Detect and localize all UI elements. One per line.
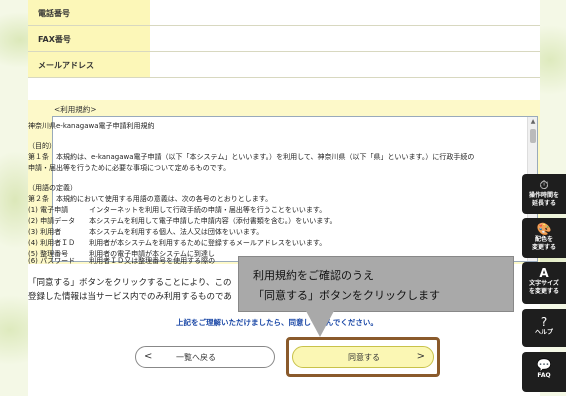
terms-line: (2) 申請データ 本システムを利用して電子申請した申請内容（添付書類を含む。）… (28, 217, 337, 225)
terms-line: (3) 利用者 本システムを利用する個人、法人又は団体をいいます。 (28, 228, 264, 236)
help-button[interactable]: ? ヘルプ (522, 309, 566, 347)
fax-value (150, 26, 540, 51)
callout-line2: 「同意する」ボタンをクリックします (253, 289, 440, 302)
terms-line: （用語の定義） (28, 184, 77, 192)
callout-pointer (306, 311, 334, 337)
font-size-label: 文字サイズ (529, 280, 559, 287)
email-row: メールアドレス (28, 52, 540, 78)
font-size-label: を変更する (528, 288, 559, 295)
color-scheme-label: 配色を (534, 236, 553, 243)
agree-button-label: 同意する (348, 353, 380, 362)
faq-label: FAQ (537, 372, 551, 379)
chevron-left-icon: < (144, 351, 153, 362)
terms-line: （目的） (28, 142, 56, 150)
terms-heading: <利用規約> (54, 105, 97, 114)
scroll-thumb[interactable] (530, 129, 536, 143)
fax-label: FAX番号 (28, 26, 150, 51)
back-button-label: 一覧へ戻る (176, 353, 216, 362)
consent-text-line1: 「同意する」ボタンをクリックすることにより、この (28, 278, 232, 288)
extend-time-label: 延長する (531, 200, 556, 207)
fax-row: FAX番号 (28, 26, 540, 52)
faq-button[interactable]: 💬 FAQ (522, 352, 566, 392)
terms-line: 第１条 本規約は、e-kanagawa電子申請（以下「本システム」といいます。）… (28, 153, 475, 161)
color-scheme-label: 変更する (531, 244, 556, 251)
instruction-callout: 利用規約をご確認のうえ 「同意する」ボタンをクリックします (238, 256, 514, 312)
help-label: ヘルプ (534, 329, 553, 336)
chevron-right-icon: > (416, 351, 425, 362)
back-to-list-button[interactable]: < 一覧へ戻る (135, 346, 275, 368)
font-size-icon: A (539, 266, 549, 280)
phone-label: 電話番号 (28, 0, 150, 25)
help-icon: ? (540, 315, 548, 329)
phone-row: 電話番号 (28, 0, 540, 26)
terms-line: (4) 利用者ＩＤ 利用者が本システムを利用するために登録するメールアドレスをい… (28, 239, 327, 247)
terms-line: 神奈川県e-kanagawa電子申請利用規約 (28, 122, 155, 130)
terms-line: 第２条 本規約において使用する用語の意義は、次の各号のとおりとします。 (28, 195, 273, 203)
extend-time-button[interactable]: ⏱ 操作時間を 延長する (522, 174, 566, 214)
callout-line1: 利用規約をご確認のうえ (253, 269, 374, 282)
phone-value (150, 0, 540, 25)
palette-icon: 🎨 (536, 222, 552, 236)
email-value (150, 52, 540, 77)
email-label: メールアドレス (28, 52, 150, 77)
consent-text-line2: 登録した情報は当サービス内でのみ利用するものであ (28, 292, 232, 302)
font-size-button[interactable]: A 文字サイズ を変更する (522, 262, 566, 304)
agree-button[interactable]: 同意する > (292, 346, 434, 368)
stopwatch-icon: ⏱ (539, 178, 549, 192)
scroll-up-arrow-icon[interactable]: ▲ (528, 117, 537, 127)
extend-time-label: 操作時間を (528, 192, 559, 199)
agreement-notice: 上記をご理解いただけましたら、同意して進んでください。 (176, 318, 378, 327)
chat-icon: 💬 (536, 358, 552, 372)
terms-line: (6) パスワード 利用者ＩＤ又は整理番号を使用する際の (28, 257, 216, 265)
terms-line: (1) 電子申請 インターネットを利用して行政手続の申請・届出等を行うことをいい… (28, 206, 327, 214)
color-scheme-button[interactable]: 🎨 配色を 変更する (522, 218, 566, 258)
terms-line: 申請・届出等を行うために必要な事項について定めるものです。 (28, 164, 231, 172)
